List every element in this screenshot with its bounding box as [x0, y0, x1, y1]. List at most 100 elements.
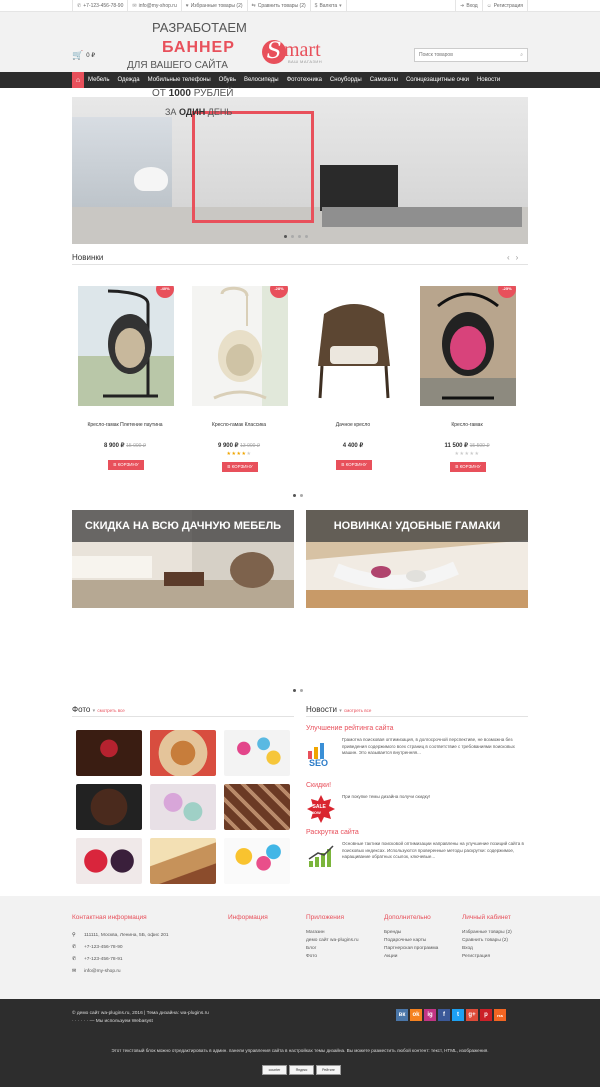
- footer-link[interactable]: Фото: [306, 953, 359, 961]
- pager-dot[interactable]: [293, 689, 296, 692]
- login-link[interactable]: ➜ Вход: [455, 0, 482, 12]
- footer-link[interactable]: Партнерская программа: [384, 945, 438, 953]
- footer-link[interactable]: демо сайт wa-plugins.ru: [306, 937, 359, 945]
- photo-thumb[interactable]: [224, 730, 290, 776]
- product-name[interactable]: Кресло-гамак Плетение паутина: [74, 422, 176, 428]
- footer-info: Информация: [228, 914, 268, 929]
- counter-badge[interactable]: counter: [262, 1065, 287, 1075]
- facebook-icon[interactable]: f: [438, 1009, 450, 1021]
- product-name[interactable]: Кресло-гамак Классика: [188, 422, 290, 428]
- add-to-cart-button[interactable]: В КОРЗИНУ: [222, 462, 258, 472]
- product-card[interactable]: -25% Кресло-гамак 11 500 ₽ 15 500 ₽ ★★★★…: [416, 286, 518, 476]
- nav-item-furniture[interactable]: Мебель: [84, 77, 113, 83]
- footer-contact: Контактная информация ⚲ 111111, Москва, Л…: [72, 914, 169, 977]
- footer-link[interactable]: Регистрация: [462, 953, 512, 961]
- product-name[interactable]: Дачное кресло: [302, 422, 404, 428]
- footer-email[interactable]: ✉ info@my-shop.ru: [72, 965, 169, 977]
- news-see-all-link[interactable]: смотреть все: [344, 708, 371, 713]
- footer-link[interactable]: Избранные товары (2): [462, 929, 512, 937]
- nav-item-news[interactable]: Новости: [473, 77, 504, 83]
- product-image[interactable]: -40%: [78, 286, 174, 406]
- instagram-icon[interactable]: ig: [424, 1009, 436, 1021]
- product-image[interactable]: -25%: [420, 286, 516, 406]
- favorites-link[interactable]: ♥ Избранные товары (2): [180, 0, 247, 12]
- news-title[interactable]: Скидки!: [306, 782, 528, 789]
- news-item[interactable]: Скидки! SALE NOW При покупке темы дизайн…: [306, 782, 528, 826]
- pinterest-icon[interactable]: p: [480, 1009, 492, 1021]
- nav-item-phones[interactable]: Мобильные телефоны: [144, 77, 215, 83]
- nav-item-photo[interactable]: Фототехника: [283, 77, 326, 83]
- footer-link[interactable]: Блог: [306, 945, 359, 953]
- product-card[interactable]: Дачное кресло 4 400 ₽ В КОРЗИНУ: [302, 286, 404, 476]
- powered-by[interactable]: · · · · · · — Мы используем Webasyst: [72, 1019, 153, 1024]
- photo-thumb[interactable]: [76, 730, 142, 776]
- google-plus-icon[interactable]: g+: [466, 1009, 478, 1021]
- footer-link[interactable]: Сравнить товары (2): [462, 937, 512, 945]
- promo-banner-right[interactable]: НОВИНКА! УДОБНЫЕ ГАМАКИ: [306, 510, 528, 608]
- search-input[interactable]: [419, 52, 514, 58]
- nav-item-sunglasses[interactable]: Солнцезащитные очки: [402, 77, 473, 83]
- pager-dot[interactable]: [300, 689, 303, 692]
- chevron-right-icon[interactable]: ›: [516, 253, 519, 262]
- phone-link[interactable]: ✆ +7-123-456-78-90: [72, 0, 127, 12]
- rating-counter-badge[interactable]: Рейтинг: [316, 1065, 341, 1075]
- footer-link[interactable]: Магазин: [306, 929, 359, 937]
- pager-dot[interactable]: [300, 494, 303, 497]
- pager-dot[interactable]: [305, 235, 308, 238]
- footer-phone[interactable]: ✆ +7-123-456-78-90: [72, 941, 169, 953]
- search-icon[interactable]: ⌕: [520, 52, 523, 58]
- footer-link[interactable]: Подарочные карты: [384, 937, 438, 945]
- yandex-counter-badge[interactable]: Яндекс: [289, 1065, 314, 1075]
- photo-see-all-link[interactable]: смотреть все: [97, 708, 124, 713]
- pager-dot[interactable]: [284, 235, 287, 238]
- news-title[interactable]: Раскрутка сайта: [306, 829, 528, 836]
- photo-thumb[interactable]: [76, 784, 142, 830]
- product-card[interactable]: -40% Кресло-гамак Плетение паутина 8 900…: [74, 286, 176, 476]
- news-title[interactable]: Улучшение рейтинга сайта: [306, 725, 528, 732]
- photo-thumb[interactable]: [224, 838, 290, 884]
- twitter-icon[interactable]: t: [452, 1009, 464, 1021]
- footer-link[interactable]: Бренды: [384, 929, 438, 937]
- nav-item-scooters[interactable]: Самокаты: [366, 77, 402, 83]
- nav-item-clothes[interactable]: Одежда: [113, 77, 143, 83]
- add-to-cart-button[interactable]: В КОРЗИНУ: [336, 460, 372, 470]
- photo-thumb[interactable]: [224, 784, 290, 830]
- news-item[interactable]: Раскрутка сайта Основные тактики поисков…: [306, 829, 528, 879]
- site-header: 🛒 0 ₽ S mart ВАШ МАГАЗИН ⌕: [0, 12, 600, 72]
- promo-banner-left[interactable]: СКИДКА НА ВСЮ ДАЧНУЮ МЕБЕЛЬ: [72, 510, 294, 608]
- register-link[interactable]: ☺ Регистрация: [481, 0, 528, 12]
- product-card[interactable]: -28% Кресло-гамак Классика 9 900 ₽ 13 90…: [188, 286, 290, 476]
- banner-line2: БАННЕР: [162, 39, 235, 56]
- product-image[interactable]: [306, 286, 402, 406]
- nav-item-snowboards[interactable]: Сноуборды: [326, 77, 366, 83]
- news-item[interactable]: Улучшение рейтинга сайта SEO Грамотна по…: [306, 725, 528, 775]
- footer-phone[interactable]: ✆ +7-123-456-78-91: [72, 953, 169, 965]
- pager-dot[interactable]: [298, 235, 301, 238]
- product-image[interactable]: -28%: [192, 286, 288, 406]
- vk-icon[interactable]: вк: [396, 1009, 408, 1021]
- email-link[interactable]: ✉ info@my-shop.ru: [127, 0, 180, 12]
- product-name[interactable]: Кресло-гамак: [416, 422, 518, 428]
- add-to-cart-button[interactable]: В КОРЗИНУ: [108, 460, 144, 470]
- currency-dropdown[interactable]: $ Валюта ▾: [309, 0, 347, 12]
- hero-banner[interactable]: [72, 97, 528, 244]
- add-to-cart-button[interactable]: В КОРЗИНУ: [450, 462, 486, 472]
- rss-icon[interactable]: rss: [494, 1009, 506, 1021]
- cart-button[interactable]: 🛒 0 ₽: [72, 50, 95, 61]
- chevron-left-icon[interactable]: ‹: [507, 253, 510, 262]
- pager-dot[interactable]: [293, 494, 296, 497]
- photo-thumb[interactable]: [76, 838, 142, 884]
- nav-item-shoes[interactable]: Обувь: [215, 77, 240, 83]
- compare-link[interactable]: ⇆ Сравнить товары (2): [246, 0, 310, 12]
- footer-link[interactable]: Вход: [462, 945, 512, 953]
- odnoklassniki-icon[interactable]: ok: [410, 1009, 422, 1021]
- photo-thumb[interactable]: [150, 730, 216, 776]
- photo-thumb[interactable]: [150, 784, 216, 830]
- footer-link[interactable]: Акции: [384, 953, 438, 961]
- home-button[interactable]: ⌂: [72, 72, 84, 88]
- logo[interactable]: S mart ВАШ МАГАЗИН: [262, 40, 342, 68]
- nav-item-bikes[interactable]: Велосипеды: [240, 77, 283, 83]
- photo-thumb[interactable]: [150, 838, 216, 884]
- news-section-header: Новости ▾ смотреть все: [306, 705, 372, 714]
- pager-dot[interactable]: [291, 235, 294, 238]
